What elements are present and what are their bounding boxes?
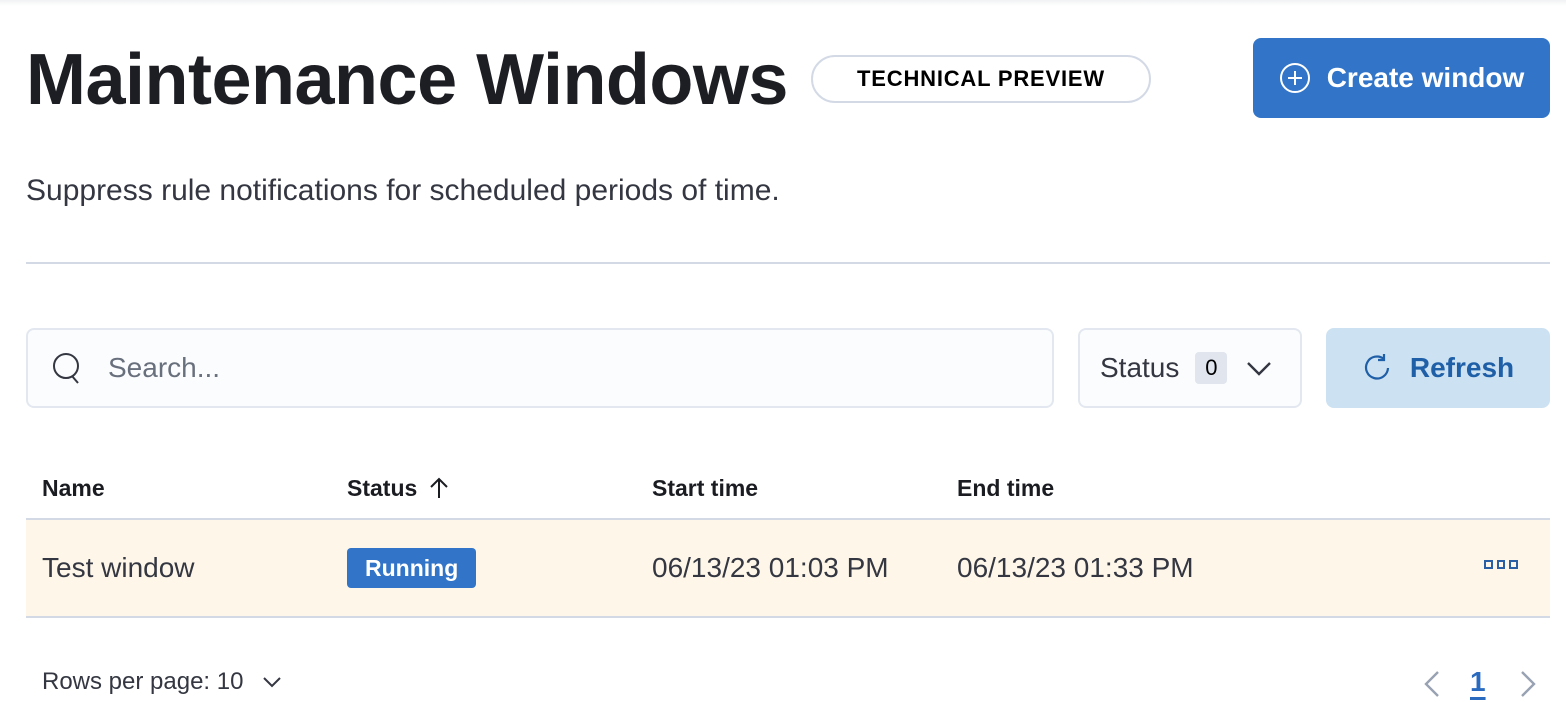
cell-status: Running <box>347 548 477 588</box>
column-header-start-time[interactable]: Start time <box>652 475 758 502</box>
previous-page-button[interactable] <box>1420 668 1444 700</box>
status-badge: Running <box>347 548 477 588</box>
page-title: Maintenance Windows <box>26 40 788 120</box>
page-number-button[interactable]: 1 <box>1470 666 1486 698</box>
refresh-icon <box>1362 353 1392 383</box>
sort-ascending-icon <box>427 476 451 500</box>
column-header-end-time[interactable]: End time <box>957 475 1054 502</box>
chevron-left-icon <box>1424 671 1439 697</box>
header-divider <box>26 262 1550 264</box>
column-header-name[interactable]: Name <box>42 475 105 502</box>
search-field[interactable] <box>26 328 1054 408</box>
page-description: Suppress rule notifications for schedule… <box>26 174 780 207</box>
plus-circle-icon <box>1279 62 1311 94</box>
refresh-button[interactable]: Refresh <box>1326 328 1550 408</box>
search-icon <box>50 350 86 386</box>
cell-start-time: 06/13/23 01:03 PM <box>652 552 889 583</box>
dot-icon <box>1484 560 1493 569</box>
chevron-down-icon <box>261 671 283 693</box>
technical-preview-badge: TECHNICAL PREVIEW <box>811 55 1151 103</box>
search-input[interactable] <box>108 352 988 384</box>
dot-icon <box>1509 560 1519 569</box>
status-filter-button[interactable]: Status 0 <box>1078 328 1302 408</box>
rows-per-page-selector[interactable]: Rows per page: 10 <box>42 668 283 696</box>
cell-end-time: 06/13/23 01:33 PM <box>957 552 1194 583</box>
pagination: 1 <box>1420 666 1540 702</box>
row-actions-button[interactable] <box>1484 560 1519 578</box>
cell-name[interactable]: Test window <box>42 552 195 584</box>
maintenance-windows-table: Name Status Start time End time Test win… <box>26 458 1550 618</box>
create-window-button[interactable]: Create window <box>1253 38 1550 118</box>
top-shadow <box>0 0 1566 6</box>
create-window-label: Create window <box>1326 62 1525 93</box>
status-filter-count: 0 <box>1195 352 1228 384</box>
chevron-down-icon <box>1245 354 1273 382</box>
refresh-label: Refresh <box>1409 352 1515 383</box>
rows-per-page-label: Rows per page: 10 <box>42 668 244 695</box>
column-header-status[interactable]: Status <box>347 475 451 502</box>
table-row[interactable]: Test window Running 06/13/23 01:03 PM 06… <box>26 520 1550 618</box>
next-page-button[interactable] <box>1516 668 1540 700</box>
status-filter-label: Status <box>1100 352 1180 383</box>
dot-icon <box>1496 560 1506 569</box>
chevron-right-icon <box>1521 671 1536 697</box>
table-header: Name Status Start time End time <box>26 458 1550 520</box>
